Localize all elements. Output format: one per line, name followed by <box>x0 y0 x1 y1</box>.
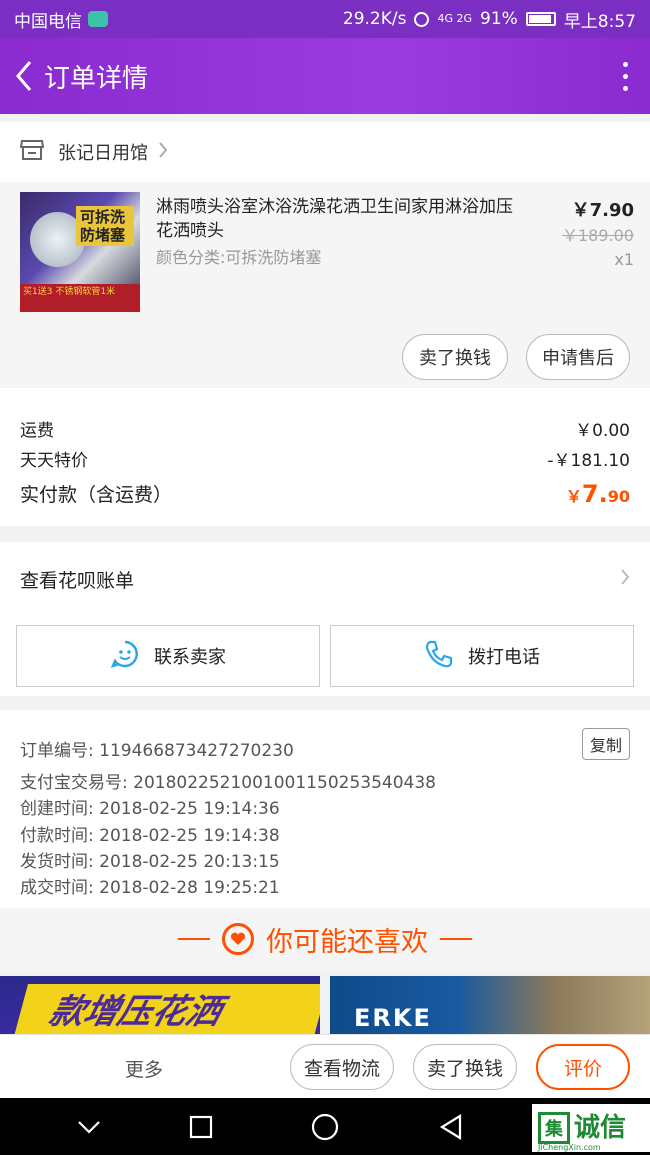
fee-summary: 运费 ￥0.00 天天特价 -￥181.10 实付款（含运费） ￥7.90 <box>0 388 650 526</box>
total-paid-row: 实付款（含运费） ￥7.90 <box>20 480 630 508</box>
product-image-band: 买1送3 不锈钢软管1米 <box>20 284 140 312</box>
sell-for-cash-button[interactable]: 卖了换钱 <box>402 334 508 380</box>
status-bar: 中国电信 29.2K/s 4G 2G 91% 早上8:57 <box>0 0 650 38</box>
heart-icon <box>222 923 254 955</box>
contact-seller-button[interactable]: 联系卖家 <box>16 625 320 687</box>
product-image-tag: 可拆洗防堵塞 <box>76 206 134 246</box>
store-name[interactable]: 张记日用馆 <box>58 139 148 165</box>
product-original-price: ￥189.00 <box>562 226 634 245</box>
nav-back-icon[interactable] <box>436 1112 466 1142</box>
discount-row: 天天特价 -￥181.10 <box>20 446 630 471</box>
shipping-fee-value: ￥0.00 <box>575 421 630 441</box>
nav-home-icon[interactable] <box>310 1112 340 1142</box>
recommend-header: 你可能还喜欢 <box>0 908 650 970</box>
more-button[interactable]: 更多 <box>125 1055 163 1082</box>
overflow-menu-icon[interactable] <box>600 61 650 91</box>
store-icon <box>19 139 45 165</box>
carrier-text: 中国电信 <box>14 11 82 32</box>
brand-logo: ERKE <box>354 1004 432 1032</box>
huabei-bill-link[interactable]: 查看花呗账单 <box>20 564 630 594</box>
sell-for-cash-bottom-button[interactable]: 卖了换钱 <box>413 1044 517 1090</box>
product-attribute: 颜色分类:可拆洗防堵塞 <box>156 248 322 267</box>
created-time: 创建时间: 2018-02-25 19:14:36 <box>20 799 280 819</box>
product-quantity: x1 <box>614 250 634 269</box>
divider-line <box>178 938 210 940</box>
system-navbar: 集 诚信 JiChengXin.com <box>0 1098 650 1155</box>
watermark-logo: 集 诚信 JiChengXin.com <box>532 1104 650 1152</box>
nav-collapse-icon[interactable] <box>74 1112 104 1142</box>
battery-percent: 91% <box>480 9 518 29</box>
call-phone-label: 拨打电话 <box>468 647 540 668</box>
huabei-bill-label: 查看花呗账单 <box>20 569 135 592</box>
battery-icon <box>525 12 556 26</box>
huabei-section: 查看花呗账单 联系卖家 拨打电话 <box>0 542 650 696</box>
back-arrow-icon[interactable] <box>4 38 44 114</box>
discount-value: -￥181.10 <box>547 451 630 471</box>
recommend-item-shower[interactable]: 款增压花洒 <box>0 976 320 1034</box>
clock: 早上8:57 <box>563 11 636 32</box>
chevron-right-icon <box>620 568 630 591</box>
recommend-title: 你可能还喜欢 <box>266 926 428 958</box>
recommend-list: 款增压花洒 ERKE <box>0 976 650 1034</box>
product-title[interactable]: 淋雨喷头浴室沐浴洗澡花洒卫生间家用淋浴加压花洒喷头 <box>156 195 516 243</box>
copy-button[interactable]: 复制 <box>582 728 630 760</box>
order-info: 订单编号: 119466873427270230 复制 支付宝交易号: 2018… <box>0 710 650 908</box>
shipping-fee-label: 运费 <box>20 421 54 441</box>
page-title: 订单详情 <box>44 63 149 94</box>
total-paid-label: 实付款（含运费） <box>20 484 173 506</box>
paid-time: 付款时间: 2018-02-25 19:14:38 <box>20 826 280 846</box>
nav-recents-icon[interactable] <box>186 1112 216 1142</box>
network-speed: 29.2K/s <box>342 9 407 29</box>
store-row[interactable]: 张记日用馆 <box>0 122 650 182</box>
chat-smile-icon <box>110 639 140 674</box>
signal-icon: 4G 2G <box>437 12 473 25</box>
view-logistics-button[interactable]: 查看物流 <box>290 1044 394 1090</box>
product-price: ￥7.90 <box>571 200 634 221</box>
order-number: 订单编号: 119466873427270230 <box>20 741 294 761</box>
completed-time: 成交时间: 2018-02-28 19:25:21 <box>20 878 280 898</box>
call-phone-button[interactable]: 拨打电话 <box>330 625 634 687</box>
product-item[interactable]: 可拆洗防堵塞 买1送3 不锈钢软管1米 淋雨喷头浴室沐浴洗澡花洒卫生间家用淋浴加… <box>0 182 650 387</box>
app-notification-icon <box>88 11 108 27</box>
product-thumbnail[interactable]: 可拆洗防堵塞 买1送3 不锈钢软管1米 <box>20 192 140 312</box>
rate-button[interactable]: 评价 <box>536 1044 630 1090</box>
shipped-time: 发货时间: 2018-02-25 20:13:15 <box>20 852 280 872</box>
recommend-item-erke[interactable]: ERKE <box>330 976 650 1034</box>
discount-label: 天天特价 <box>20 451 88 471</box>
alipay-transaction-number: 支付宝交易号: 2018022521001001150253540438 <box>20 773 436 793</box>
contact-seller-label: 联系卖家 <box>154 647 226 668</box>
bottom-action-bar: 更多 查看物流 卖了换钱 评价 <box>0 1034 650 1098</box>
chevron-right-icon <box>158 141 168 163</box>
divider-line <box>440 938 472 940</box>
recommend-banner-text: 款增压花洒 <box>11 984 320 1034</box>
app-header: 订单详情 <box>0 38 650 114</box>
alarm-icon <box>414 11 430 27</box>
apply-aftersale-button[interactable]: 申请售后 <box>526 334 630 380</box>
shipping-fee-row: 运费 ￥0.00 <box>20 416 630 441</box>
total-paid-value: ￥7.90 <box>565 480 630 508</box>
phone-icon <box>424 639 454 674</box>
